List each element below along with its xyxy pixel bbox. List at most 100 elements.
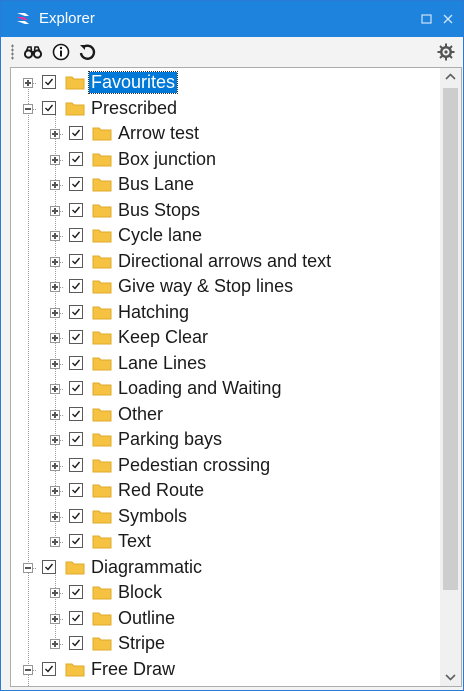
expand-icon[interactable]	[50, 154, 60, 165]
expand-icon[interactable]	[50, 639, 60, 649]
info-icon[interactable]	[51, 42, 71, 62]
expand-icon[interactable]	[23, 78, 33, 88]
expand-icon[interactable]	[50, 511, 60, 522]
tree-item-checkbox[interactable]	[69, 534, 83, 548]
tree-item-checkbox[interactable]	[42, 100, 56, 115]
tree-item-checkbox[interactable]	[69, 304, 83, 319]
expand-icon[interactable]	[50, 282, 60, 292]
maximize-icon[interactable]	[418, 10, 436, 28]
expand-icon[interactable]	[50, 409, 60, 420]
tree-item[interactable]: Stripe	[11, 631, 441, 656]
tree-item[interactable]: Box junction	[11, 147, 441, 172]
tree-item[interactable]: Keep Clear	[11, 325, 441, 350]
scroll-up-icon[interactable]	[440, 68, 461, 86]
expand-icon[interactable]	[50, 460, 60, 471]
tree-item[interactable]: Directional arrows and text	[11, 249, 441, 274]
settings-gear-icon[interactable]	[436, 42, 456, 62]
tree-item-checkbox[interactable]	[69, 406, 83, 421]
tree-item-checkbox[interactable]	[69, 508, 83, 523]
tree-item-label[interactable]: Diagrammatic	[89, 557, 204, 578]
tree-item[interactable]: Hatching	[11, 300, 441, 325]
expand-icon[interactable]	[50, 588, 60, 598]
tree-item[interactable]: Arrow test	[11, 121, 441, 146]
tree-item-label[interactable]: Lane Lines	[116, 353, 208, 374]
tree-item-checkbox[interactable]	[69, 585, 83, 599]
tree-item[interactable]: Give way & Stop lines	[11, 274, 441, 299]
tree-item[interactable]: Favourites	[11, 70, 441, 95]
tree-item-checkbox[interactable]	[69, 457, 83, 472]
tree-item-checkbox[interactable]	[42, 75, 56, 89]
tree-item[interactable]: Free Draw	[11, 657, 441, 682]
refresh-icon[interactable]	[77, 42, 97, 62]
expand-icon[interactable]	[50, 613, 60, 624]
tree-item-label[interactable]: Outline	[116, 608, 177, 629]
tree-item-label[interactable]: Keep Clear	[116, 327, 210, 348]
tree-item-checkbox[interactable]	[69, 330, 83, 344]
tree-item[interactable]: Prescribed	[11, 96, 441, 121]
close-icon[interactable]	[439, 10, 457, 28]
tree-item[interactable]: Bus Lane	[11, 172, 441, 197]
collapse-icon[interactable]	[23, 103, 33, 114]
tree-item[interactable]: Loading and Waiting	[11, 376, 441, 401]
expand-icon[interactable]	[50, 435, 60, 445]
tree-item[interactable]: Red Route	[11, 478, 441, 503]
tree-item-checkbox[interactable]	[69, 381, 83, 395]
vertical-scrollbar[interactable]	[440, 68, 461, 686]
binoculars-icon[interactable]	[23, 42, 43, 62]
tree-item-label[interactable]: Other	[116, 404, 165, 425]
tree-item-label[interactable]: Prescribed	[89, 98, 179, 119]
tree-item-checkbox[interactable]	[69, 202, 83, 217]
toolbar-grip-icon[interactable]	[11, 44, 14, 60]
tree-item-label[interactable]: Hatching	[116, 302, 191, 323]
tree-item-label[interactable]: Stripe	[116, 633, 167, 654]
tree-item-label[interactable]: Free Draw	[89, 659, 177, 680]
title-bar[interactable]: Explorer	[1, 1, 463, 37]
collapse-icon[interactable]	[23, 664, 33, 675]
tree-item-label[interactable]: Directional arrows and text	[116, 251, 333, 272]
tree-item-checkbox[interactable]	[42, 661, 56, 676]
tree-item-label[interactable]: Favourites	[87, 71, 179, 94]
tree-item-label[interactable]: Give way & Stop lines	[116, 276, 295, 297]
tree-item-checkbox[interactable]	[69, 177, 83, 191]
tree-item-label[interactable]: Arrow test	[116, 123, 201, 144]
expand-icon[interactable]	[50, 358, 60, 369]
tree-item-checkbox[interactable]	[69, 432, 83, 446]
tree-item[interactable]: Bus Stops	[11, 198, 441, 223]
tree-item-label[interactable]: Symbols	[116, 506, 189, 527]
tree-item-checkbox[interactable]	[69, 126, 83, 140]
tree-item-checkbox[interactable]	[69, 355, 83, 370]
tree-item-checkbox[interactable]	[69, 151, 83, 166]
tree-item-label[interactable]: Box junction	[116, 149, 218, 170]
expand-icon[interactable]	[50, 205, 60, 216]
tree-item-label[interactable]: Block	[116, 582, 164, 603]
expand-icon[interactable]	[50, 129, 60, 139]
collapse-icon[interactable]	[23, 562, 33, 573]
tree-item[interactable]: Parking bays	[11, 427, 441, 452]
expand-icon[interactable]	[50, 537, 60, 547]
scrollbar-thumb[interactable]	[443, 88, 458, 590]
tree-item[interactable]: Text	[11, 529, 441, 554]
expand-icon[interactable]	[50, 333, 60, 343]
tree-item-label[interactable]: Text	[116, 531, 153, 552]
tree-item-label[interactable]: Pedestian crossing	[116, 455, 272, 476]
expand-icon[interactable]	[50, 231, 60, 241]
tree-item[interactable]: Diagrammatic	[11, 555, 441, 580]
expand-icon[interactable]	[50, 307, 60, 318]
tree-item[interactable]: Pedestian crossing	[11, 453, 441, 478]
tree-item-checkbox[interactable]	[69, 253, 83, 268]
tree-item[interactable]: Symbols	[11, 504, 441, 529]
tree-item[interactable]: Other	[11, 402, 441, 427]
tree-item[interactable]: Outline	[11, 606, 441, 631]
tree-item-checkbox[interactable]	[69, 610, 83, 625]
tree-item-label[interactable]: Parking bays	[116, 429, 224, 450]
tree-item-checkbox[interactable]	[42, 559, 56, 574]
tree-item-label[interactable]: Red Route	[116, 480, 206, 501]
tree-item-checkbox[interactable]	[69, 636, 83, 650]
tree-item-label[interactable]: Cycle lane	[116, 225, 204, 246]
expand-icon[interactable]	[50, 180, 60, 190]
tree-item[interactable]: Cycle lane	[11, 223, 441, 248]
tree-item-checkbox[interactable]	[69, 279, 83, 293]
explorer-tree[interactable]: Favourites Prescribed Arrow test Box juncti…	[10, 67, 462, 687]
tree-item-label[interactable]: Bus Lane	[116, 174, 196, 195]
tree-item-label[interactable]: Loading and Waiting	[116, 378, 283, 399]
